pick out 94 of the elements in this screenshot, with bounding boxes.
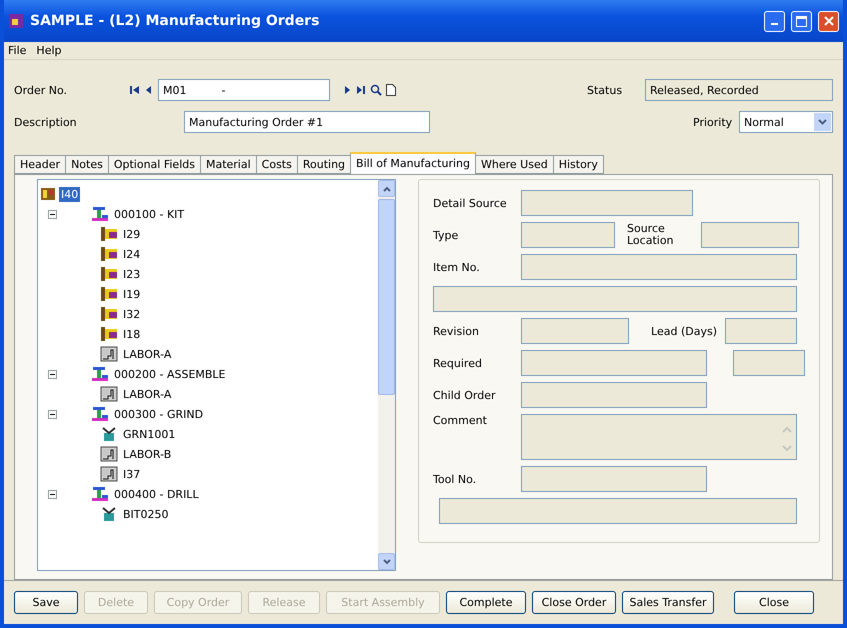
minus-icon [50,212,55,216]
tree-item[interactable]: I37 [121,466,142,482]
field-label: Comment [433,414,488,427]
field-label: Priority [693,116,734,128]
tab[interactable]: History [552,155,604,174]
field-label: Source Location [627,223,675,247]
priority-dropdown[interactable]: Normal [739,111,833,133]
action-button[interactable]: Close [734,591,814,614]
required-quantity-field [733,350,805,376]
field-label: Item No. [433,260,481,274]
part-icon [100,326,118,342]
collapse-toggle[interactable] [48,210,57,218]
tree-item[interactable]: I23 [121,266,142,282]
maximize-icon [796,16,807,26]
field-label: Lead (Days) [650,324,717,338]
tree-item[interactable]: GRN1001 [121,426,178,442]
collapse-toggle[interactable] [48,370,57,378]
tab[interactable]: Bill of Manufacturing [350,152,476,174]
part-icon [100,226,118,242]
operation-icon [91,406,109,422]
tab[interactable]: Where Used [475,155,554,174]
operation-icon [91,366,109,382]
part-icon [100,266,118,282]
tool-icon [100,426,118,442]
menu-item[interactable]: Help [36,44,62,57]
labor-icon [100,346,118,362]
tab[interactable]: Header [14,155,66,174]
part-icon [100,286,118,302]
tab[interactable]: Costs [256,155,298,174]
close-button[interactable] [818,10,839,32]
tab[interactable]: Material [200,155,257,174]
tab[interactable]: Notes [65,155,109,174]
minus-icon [50,372,55,376]
action-button[interactable]: Close Order [532,591,616,614]
lead-days-field [725,318,797,344]
minus-icon [50,492,55,496]
tree-item[interactable]: I19 [121,286,142,302]
part-icon [100,306,118,322]
first-record-icon[interactable] [130,85,140,95]
search-icon[interactable] [370,84,382,96]
labor-icon [100,466,118,482]
tree-item[interactable]: I32 [121,306,142,322]
new-document-icon[interactable] [386,84,396,96]
collapse-toggle[interactable] [48,410,57,418]
menu-item[interactable]: File [8,44,26,57]
tree-item[interactable]: LABOR-A [121,346,174,362]
field-label: Revision [433,324,480,338]
action-button[interactable]: Save [14,591,78,614]
description-field[interactable]: Manufacturing Order #1 [184,111,430,133]
collapse-toggle[interactable] [48,490,57,498]
action-button[interactable]: Sales Transfer [622,591,714,614]
scroll-up-icon[interactable] [382,186,390,192]
next-record-icon[interactable] [344,85,352,95]
part-icon [100,246,118,262]
tree-item[interactable]: LABOR-A [121,386,174,402]
field-label: Type [433,228,460,242]
order-number-field[interactable]: M01 - [158,79,330,101]
field-label: Detail Source [433,196,508,210]
tab[interactable]: Routing [296,155,352,174]
last-record-icon[interactable] [356,85,366,95]
field-label: Child Order [433,388,497,402]
tree-item[interactable]: I24 [121,246,142,262]
labor-icon [100,446,118,462]
scroll-down-icon[interactable] [382,558,390,564]
action-button[interactable]: Complete [446,591,526,614]
minus-icon [50,412,55,416]
tree-item[interactable]: I29 [121,226,142,242]
minimize-button[interactable] [764,10,785,32]
maximize-button[interactable] [791,10,812,32]
tool-icon [100,506,118,522]
tree-item[interactable]: 000200 - ASSEMBLE [112,366,228,382]
field-label: Required [433,356,483,370]
app-icon [8,13,24,29]
tab[interactable]: Optional Fields [108,155,201,174]
tree-item[interactable]: LABOR-B [121,446,174,462]
tree-item[interactable]: 000400 - DRILL [112,486,201,502]
tree-item[interactable]: I18 [121,326,142,342]
scrollbar[interactable] [378,180,395,570]
previous-record-icon[interactable] [144,85,152,95]
status-field: Released, Recorded [645,79,833,101]
operation-icon [91,206,109,222]
assembly-icon [40,186,56,202]
field-label: Tool No. [433,472,478,486]
close-icon [824,16,834,26]
labor-icon [100,386,118,402]
tree-item[interactable]: BIT0250 [121,506,171,522]
tree-item[interactable]: I40 [59,186,80,202]
tree-item[interactable]: 000100 - KIT [112,206,186,222]
field-label: Order No. [14,84,68,96]
operation-icon [91,486,109,502]
field-label: Description [14,116,78,128]
tree-item[interactable]: 000300 - GRIND [112,406,206,422]
field-label: Status [587,84,624,96]
window-title: SAMPLE - (L2) Manufacturing Orders [30,13,320,29]
